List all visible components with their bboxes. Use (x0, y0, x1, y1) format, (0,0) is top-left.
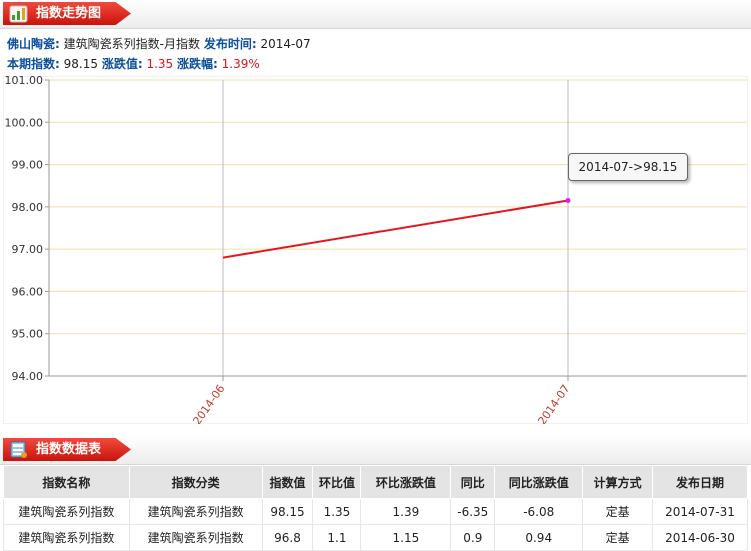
current-index-label: 本期指数: (7, 57, 60, 71)
y-tick-label: 94.00 (12, 370, 44, 383)
cell-index-category: 建筑陶瓷系列指数 (128, 498, 263, 525)
index-source-label: 佛山陶瓷: (7, 37, 60, 51)
trend-section-header: 指数走势图 (0, 0, 751, 29)
header-mom-change: 环比涨跌值 (360, 465, 452, 499)
header-yoy-change: 同比涨跌值 (494, 465, 584, 499)
change-value-label: 涨跌值: (101, 57, 143, 71)
header-publish-date: 发布日期 (652, 465, 748, 499)
data-point (565, 198, 571, 204)
cell-yoy-change: -6.08 (494, 498, 584, 525)
current-index-value: 98.15 (63, 57, 98, 71)
chart-icon (9, 5, 28, 23)
info-line-2: 本期指数: 98.15 涨跌值: 1.35 涨跌幅: 1.39% (7, 56, 260, 72)
trend-chart: 94.00 95.00 96.00 97.00 98.00 99.00 100.00 101.… (2, 74, 749, 427)
plot-background (2, 75, 749, 425)
y-tick-label: 99.00 (12, 159, 44, 172)
y-tick-label: 95.00 (12, 328, 44, 341)
cell-yoy: -6.35 (450, 498, 496, 525)
y-tick-label: 98.00 (12, 201, 44, 214)
data-table-icon (10, 441, 27, 458)
header-mom-value: 环比值 (312, 465, 362, 499)
y-tick-label: 101.00 (5, 76, 44, 87)
table-section-tab: 指数数据表 (3, 438, 131, 461)
table-section-header: 指数数据表 (0, 436, 751, 465)
change-percent-value: 1.39% (221, 57, 260, 71)
cell-mom-change: 1.39 (360, 498, 452, 525)
cell-calc-method: 定基 (582, 498, 654, 525)
cell-mom-value: 1.35 (312, 498, 362, 525)
trend-chart-svg: 94.00 95.00 96.00 97.00 98.00 99.00 100.00 101.… (2, 74, 749, 427)
index-data-table: 指数名称 指数分类 指数值 环比值 环比涨跌值 同比 同比涨跌值 计算方式 发布… (3, 465, 748, 551)
publish-time-label: 发布时间: (203, 37, 257, 51)
header-index-category: 指数分类 (128, 465, 263, 499)
y-tick-label: 97.00 (12, 243, 44, 256)
header-index-value: 指数值 (261, 465, 314, 499)
cell-index-value: 98.15 (261, 498, 314, 525)
trend-section-title: 指数走势图 (36, 6, 102, 21)
table-header-row: 指数名称 指数分类 指数值 环比值 环比涨跌值 同比 同比涨跌值 计算方式 发布… (3, 465, 748, 499)
header-index-name: 指数名称 (3, 465, 130, 499)
chart-tooltip: 2014-07->98.15 (568, 153, 688, 181)
change-value: 1.35 (146, 57, 174, 71)
cell-index-name: 建筑陶瓷系列指数 (3, 498, 130, 525)
info-line-1: 佛山陶瓷: 建筑陶瓷系列指数-月指数 发布时间: 2014-07 (7, 36, 311, 52)
publish-time-value: 2014-07 (260, 37, 311, 51)
change-percent-label: 涨跌幅: (177, 57, 218, 71)
cell-publish-date: 2014-07-31 (652, 498, 748, 525)
header-calc-method: 计算方式 (582, 465, 654, 499)
table-row: 建筑陶瓷系列指数 建筑陶瓷系列指数 98.15 1.35 1.39 -6.35 … (3, 498, 748, 525)
y-tick-label: 96.00 (12, 285, 44, 298)
header-yoy: 同比 (450, 465, 496, 499)
table-section-title: 指数数据表 (36, 442, 102, 457)
index-source-value: 建筑陶瓷系列指数-月指数 (63, 37, 200, 51)
trend-section-tab: 指数走势图 (3, 2, 131, 25)
y-tick-label: 100.00 (5, 116, 44, 129)
